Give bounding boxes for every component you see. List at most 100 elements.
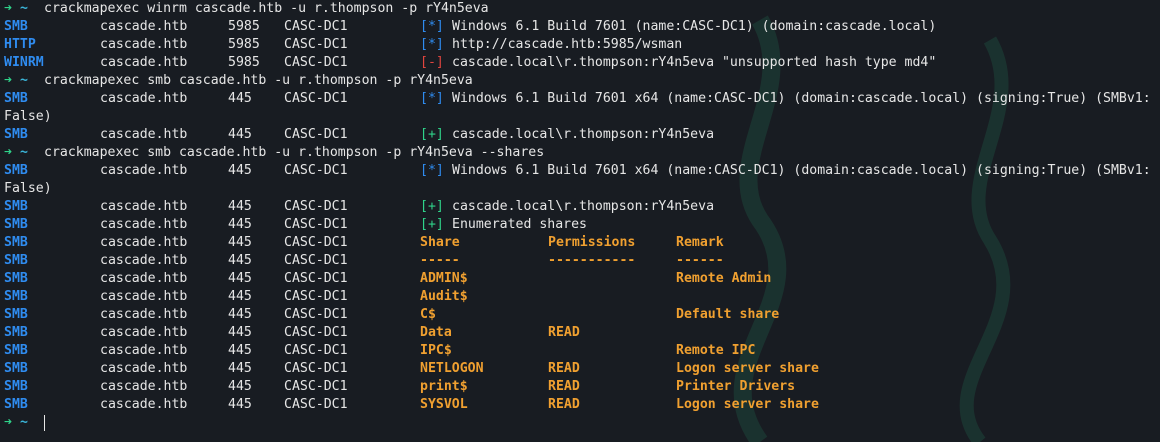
netbios-name: CASC-DC1 [284,271,348,286]
share-row: SMB cascade.htb 445 CASC-DC1 ADMIN$ Remote Ad… [4,270,1160,288]
terminal-cursor[interactable] [44,415,45,431]
netbios-name: CASC-DC1 [284,253,348,268]
message-text: Windows 6.1 Build 7601 (name:CASC-DC1) (… [452,19,937,34]
command-text: crackmapexec smb cascade.htb -u r.thomps… [44,145,545,160]
port-label: 445 [228,325,252,340]
separator-remark: ------ [676,253,724,268]
protocol-label: SMB [4,235,28,250]
output-line: WINRM cascade.htb 5985 CASC-DC1 [-] cascade.l… [4,54,1160,72]
protocol-label: SMB [4,253,28,268]
status-marker: [*] [420,91,444,106]
host-label: cascade.htb [100,199,188,214]
host-label: cascade.htb [100,19,188,34]
host-label: cascade.htb [100,379,188,394]
share-remark: Logon server share [676,361,819,376]
host-label: cascade.htb [100,325,188,340]
port-label: 445 [228,91,252,106]
share-name: SYSVOL [420,397,468,412]
terminal-window[interactable]: ➜ ~ crackmapexec winrm cascade.htb -u r.th… [0,0,1160,442]
prompt-line: ➜ ~ [4,414,1160,432]
output-line: SMB cascade.htb 445 CASC-DC1 [+] cascade.loca… [4,198,1160,216]
host-label: cascade.htb [100,253,188,268]
share-name: print$ [420,379,468,394]
output-line: SMB cascade.htb 445 CASC-DC1 [*] Windows 6.1 … [4,90,1160,108]
protocol-label: SMB [4,217,28,232]
share-name: ADMIN$ [420,271,468,286]
port-label: 445 [228,199,252,214]
netbios-name: CASC-DC1 [284,163,348,178]
netbios-name: CASC-DC1 [284,289,348,304]
netbios-name: CASC-DC1 [284,55,348,70]
share-permission: READ [548,325,580,340]
prompt-line: ➜ ~ crackmapexec smb cascade.htb -u r.thom… [4,72,1160,90]
netbios-name: CASC-DC1 [284,199,348,214]
protocol-label: SMB [4,289,28,304]
protocol-label: SMB [4,271,28,286]
protocol-label: WINRM [4,55,44,70]
protocol-label: SMB [4,307,28,322]
host-label: cascade.htb [100,163,188,178]
prompt-line: ➜ ~ crackmapexec winrm cascade.htb -u r.th… [4,0,1160,18]
message-text: Enumerated shares [452,217,587,232]
share-row: SMB cascade.htb 445 CASC-DC1 Data READ [4,324,1160,342]
output-line: SMB cascade.htb 445 CASC-DC1 [+] cascade.loca… [4,126,1160,144]
netbios-name: CASC-DC1 [284,379,348,394]
port-label: 445 [228,271,252,286]
host-label: cascade.htb [100,307,188,322]
share-row: SMB cascade.htb 445 CASC-DC1 print$ READ Print… [4,378,1160,396]
netbios-name: CASC-DC1 [284,127,348,142]
port-label: 445 [228,343,252,358]
host-label: cascade.htb [100,217,188,232]
share-row: SMB cascade.htb 445 CASC-DC1 NETLOGON READ Log… [4,360,1160,378]
message-text: cascade.local\r.thompson:rY4n5eva [452,127,715,142]
netbios-name: CASC-DC1 [284,217,348,232]
protocol-label: HTTP [4,37,36,52]
protocol-label: SMB [4,361,28,376]
prompt-cwd: ~ [20,415,28,430]
port-label: 445 [228,235,252,250]
share-permission: READ [548,397,580,412]
share-remark: Remote IPC [676,343,756,358]
wrapped-text: False) [4,109,52,124]
protocol-label: SMB [4,127,28,142]
protocol-label: SMB [4,379,28,394]
output-line: HTTP cascade.htb 5985 CASC-DC1 [*] http://cas… [4,36,1160,54]
netbios-name: CASC-DC1 [284,37,348,52]
netbios-name: CASC-DC1 [284,307,348,322]
prompt-arrow: ➜ [4,415,12,430]
status-marker: [+] [420,127,444,142]
prompt-line: ➜ ~ crackmapexec smb cascade.htb -u r.thom… [4,144,1160,162]
port-label: 445 [228,127,252,142]
output-line: SMB cascade.htb 445 CASC-DC1 [+] Enumerated s… [4,216,1160,234]
share-remark: Remote Admin [676,271,772,286]
port-label: 5985 [228,37,260,52]
status-marker: [*] [420,37,444,52]
host-label: cascade.htb [100,397,188,412]
message-text: cascade.local\r.thompson:rY4n5eva "unsup… [452,55,937,70]
port-label: 445 [228,253,252,268]
share-name: Data [420,325,452,340]
host-label: cascade.htb [100,235,188,250]
netbios-name: CASC-DC1 [284,19,348,34]
output-line: SMB cascade.htb 5985 CASC-DC1 [*] Windows 6.1… [4,18,1160,36]
share-row: SMB cascade.htb 445 CASC-DC1 Audit$ [4,288,1160,306]
netbios-name: CASC-DC1 [284,361,348,376]
port-label: 445 [228,289,252,304]
message-text: Windows 6.1 Build 7601 x64 (name:CASC-DC… [452,91,1151,106]
command-text: crackmapexec smb cascade.htb -u r.thomps… [44,73,473,88]
host-label: cascade.htb [100,37,188,52]
host-label: cascade.htb [100,343,188,358]
prompt-cwd: ~ [20,73,28,88]
shares-separator-row: SMB cascade.htb 445 CASC-DC1 ----- ----------… [4,252,1160,270]
protocol-label: SMB [4,163,28,178]
status-marker: [*] [420,163,444,178]
prompt-arrow: ➜ [4,145,12,160]
separator-share: ----- [420,253,460,268]
port-label: 445 [228,361,252,376]
netbios-name: CASC-DC1 [284,91,348,106]
output-line: SMB cascade.htb 445 CASC-DC1 [*] Windows 6.1 … [4,162,1160,180]
protocol-label: SMB [4,199,28,214]
netbios-name: CASC-DC1 [284,397,348,412]
netbios-name: CASC-DC1 [284,325,348,340]
command-text: crackmapexec winrm cascade.htb -u r.thom… [44,1,489,16]
